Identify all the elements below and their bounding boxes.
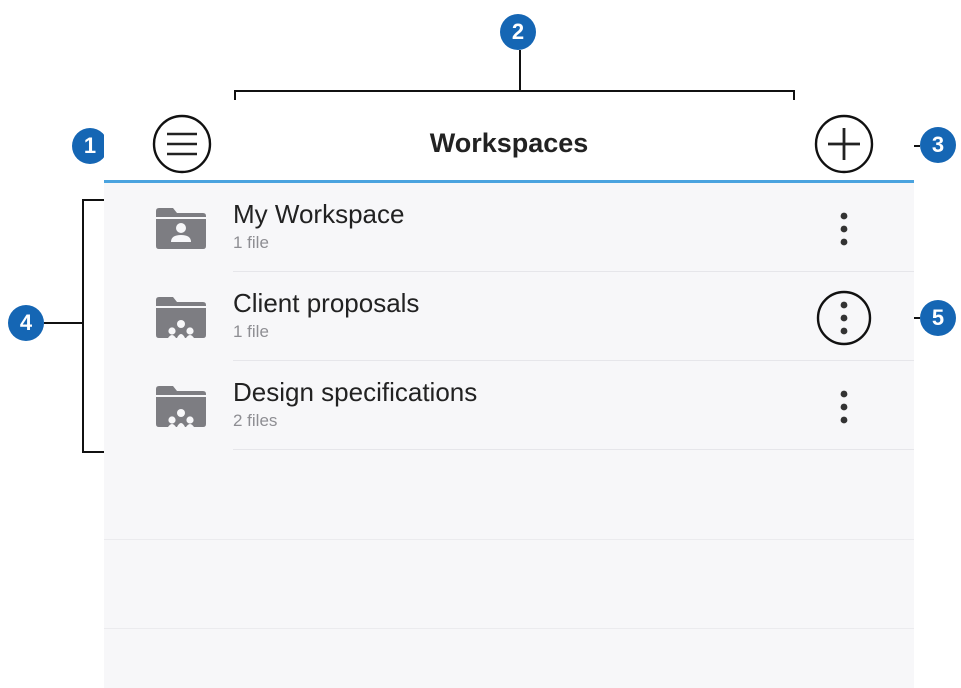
callout-badge-2: 2: [500, 14, 536, 50]
workspace-name: Client proposals: [233, 288, 420, 318]
workspace-name: My Workspace: [233, 199, 405, 229]
empty-row-divider: [104, 628, 914, 629]
add-workspace-button[interactable]: [814, 114, 874, 174]
more-vertical-icon: [840, 390, 848, 424]
callout-bracket-2: [234, 90, 795, 92]
workspace-file-count: 2 files: [233, 411, 278, 430]
callout-badge-4: 4: [8, 305, 44, 341]
more-options-button[interactable]: [816, 201, 872, 257]
plus-icon: [814, 114, 874, 174]
callout-line-2-stem: [519, 50, 521, 92]
header-bar: Workspaces: [104, 100, 914, 183]
page-title: Workspaces: [429, 128, 589, 158]
workspace-row[interactable]: Design specifications 2 files: [104, 361, 914, 450]
callout-badge-5: 5: [920, 300, 956, 336]
workspace-name: Design specifications: [233, 377, 478, 407]
workspace-row[interactable]: My Workspace 1 file: [104, 183, 914, 272]
more-vertical-icon: [840, 212, 848, 246]
workspace-row[interactable]: Client proposals 1 file: [104, 272, 914, 361]
more-options-button[interactable]: [816, 290, 872, 346]
callout-badge-3: 3: [920, 127, 956, 163]
workspace-file-count: 1 file: [233, 322, 269, 341]
row-divider: [233, 449, 914, 450]
shared-folder-icon: [156, 297, 206, 338]
callout-bracket-4: [82, 199, 84, 453]
workspace-list: My Workspace 1 file Client proposals 1 f…: [104, 183, 914, 688]
workspaces-screen: Workspaces My Workspace 1 file Client pr…: [104, 100, 914, 688]
shared-folder-icon: [156, 386, 206, 427]
callout-line-4: [44, 322, 82, 324]
more-options-button[interactable]: [816, 379, 872, 435]
personal-folder-icon: [156, 208, 206, 249]
more-vertical-icon: [816, 290, 872, 346]
empty-row-divider: [104, 539, 914, 540]
workspace-file-count: 1 file: [233, 233, 269, 252]
callout-badge-1: 1: [72, 128, 108, 164]
